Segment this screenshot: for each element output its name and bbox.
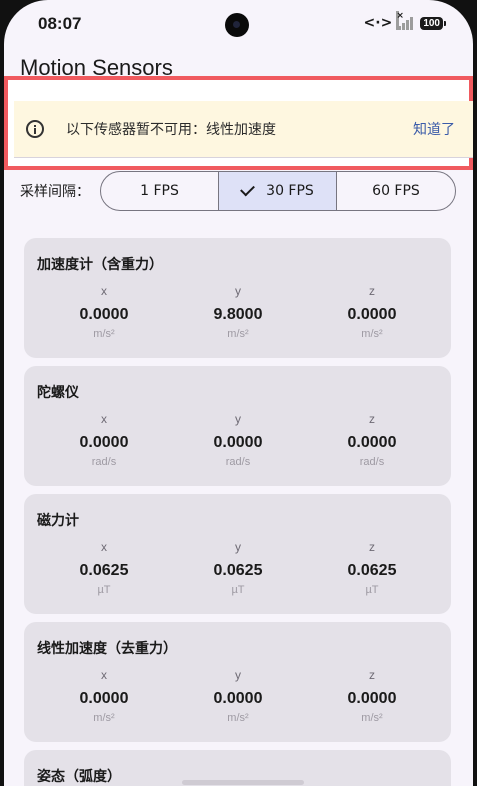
axis-z: z 0.0625 µT [312, 540, 432, 596]
axis-y: y 0.0000 m/s² [178, 668, 298, 724]
axis-y: y 0.0625 µT [178, 540, 298, 596]
axis-value: 0.0625 [213, 562, 263, 579]
signal-icon: × [396, 11, 414, 30]
card-title: 加速度计（含重力） [37, 257, 163, 273]
fps-1-label: 1 FPS [140, 183, 179, 199]
fps-30-label: 30 FPS [266, 183, 314, 199]
axis-unit: m/s² [93, 328, 115, 340]
axis-value: 0.0000 [347, 434, 397, 451]
sampling-interval-label: 采样间隔： [20, 184, 90, 200]
app-screen: 08:07 <·> × 100 Motion Sensors 以下传感器暂不可用… [4, 0, 473, 786]
axis-value: 9.8000 [213, 306, 263, 323]
axis-value: 0.0000 [347, 306, 397, 323]
front-camera [225, 13, 249, 37]
axis-label: y [235, 668, 241, 682]
axis-label: z [369, 540, 375, 554]
status-time: 08:07 [38, 14, 82, 33]
sensor-card-linear-acceleration: 线性加速度（去重力） x 0.0000 m/s² y 0.0000 m/s² z… [24, 622, 451, 742]
axis-label: x [101, 668, 107, 682]
axis-label: z [369, 412, 375, 426]
battery-icon: 100 [420, 16, 446, 30]
axis-value: 0.0625 [79, 562, 129, 579]
unavailable-sensor-banner: 以下传感器暂不可用：线性加速度 知道了 [14, 101, 473, 157]
sensor-card-accelerometer: 加速度计（含重力） x 0.0000 m/s² y 9.8000 m/s² z … [24, 238, 451, 358]
axis-label: x [101, 412, 107, 426]
axis-label: y [235, 540, 241, 554]
axis-label: z [369, 668, 375, 682]
axis-z: z 0.0000 m/s² [312, 284, 432, 340]
axis-z: z 0.0000 m/s² [312, 668, 432, 724]
axis-unit: m/s² [93, 712, 115, 724]
axis-y: y 9.8000 m/s² [178, 284, 298, 340]
status-icons: <·> × 100 [363, 11, 446, 31]
fps-segmented-control: 1 FPS 30 FPS 60 FPS [100, 171, 456, 211]
axis-label: z [369, 284, 375, 298]
sensor-card-gyroscope: 陀螺仪 x 0.0000 rad/s y 0.0000 rad/s z 0.00… [24, 366, 451, 486]
axis-unit: rad/s [359, 456, 385, 468]
axis-unit: m/s² [227, 712, 249, 724]
axis-z: z 0.0000 rad/s [312, 412, 432, 468]
axis-value: 0.0000 [79, 434, 129, 451]
info-icon [26, 120, 44, 138]
axis-unit: m/s² [361, 712, 383, 724]
axis-unit: rad/s [91, 456, 117, 468]
card-title: 磁力计 [37, 513, 79, 529]
axis-label: x [101, 540, 107, 554]
card-title: 姿态（弧度） [37, 769, 121, 785]
axis-value: 0.0000 [79, 306, 129, 323]
axis-label: x [101, 284, 107, 298]
fps-60-label: 60 FPS [372, 183, 420, 199]
status-bar: 08:07 <·> × 100 [4, 0, 473, 50]
card-title: 陀螺仪 [37, 385, 79, 401]
sensor-card-magnetometer: 磁力计 x 0.0625 µT y 0.0625 µT z 0.0625 µT [24, 494, 451, 614]
dismiss-banner-button[interactable]: 知道了 [413, 119, 455, 139]
axis-value: 0.0000 [347, 690, 397, 707]
axis-unit: m/s² [227, 328, 249, 340]
card-title: 线性加速度（去重力） [37, 641, 177, 657]
axis-unit: µT [365, 584, 379, 596]
axis-value: 0.0000 [213, 434, 263, 451]
axis-x: x 0.0000 m/s² [44, 668, 164, 724]
axis-x: x 0.0625 µT [44, 540, 164, 596]
data-transfer-icon: <·> [363, 15, 393, 31]
axis-unit: rad/s [225, 456, 251, 468]
fps-1-button[interactable]: 1 FPS [101, 172, 219, 210]
sampling-interval-row: 采样间隔： 1 FPS 30 FPS 60 FPS [20, 171, 456, 211]
axis-x: x 0.0000 m/s² [44, 284, 164, 340]
axis-value: 0.0625 [347, 562, 397, 579]
fps-30-button[interactable]: 30 FPS [219, 172, 337, 210]
axis-unit: µT [97, 584, 111, 596]
axis-y: y 0.0000 rad/s [178, 412, 298, 468]
fps-60-button[interactable]: 60 FPS [337, 172, 455, 210]
axis-value: 0.0000 [213, 690, 263, 707]
axis-unit: µT [231, 584, 245, 596]
axis-label: y [235, 412, 241, 426]
axis-label: y [235, 284, 241, 298]
phone-frame: 08:07 <·> × 100 Motion Sensors 以下传感器暂不可用… [0, 0, 477, 786]
axis-unit: m/s² [361, 328, 383, 340]
home-indicator[interactable] [182, 780, 304, 785]
banner-message: 以下传感器暂不可用：线性加速度 [66, 122, 276, 138]
banner-divider [14, 157, 473, 158]
axis-value: 0.0000 [79, 690, 129, 707]
check-icon [240, 181, 256, 197]
axis-x: x 0.0000 rad/s [44, 412, 164, 468]
